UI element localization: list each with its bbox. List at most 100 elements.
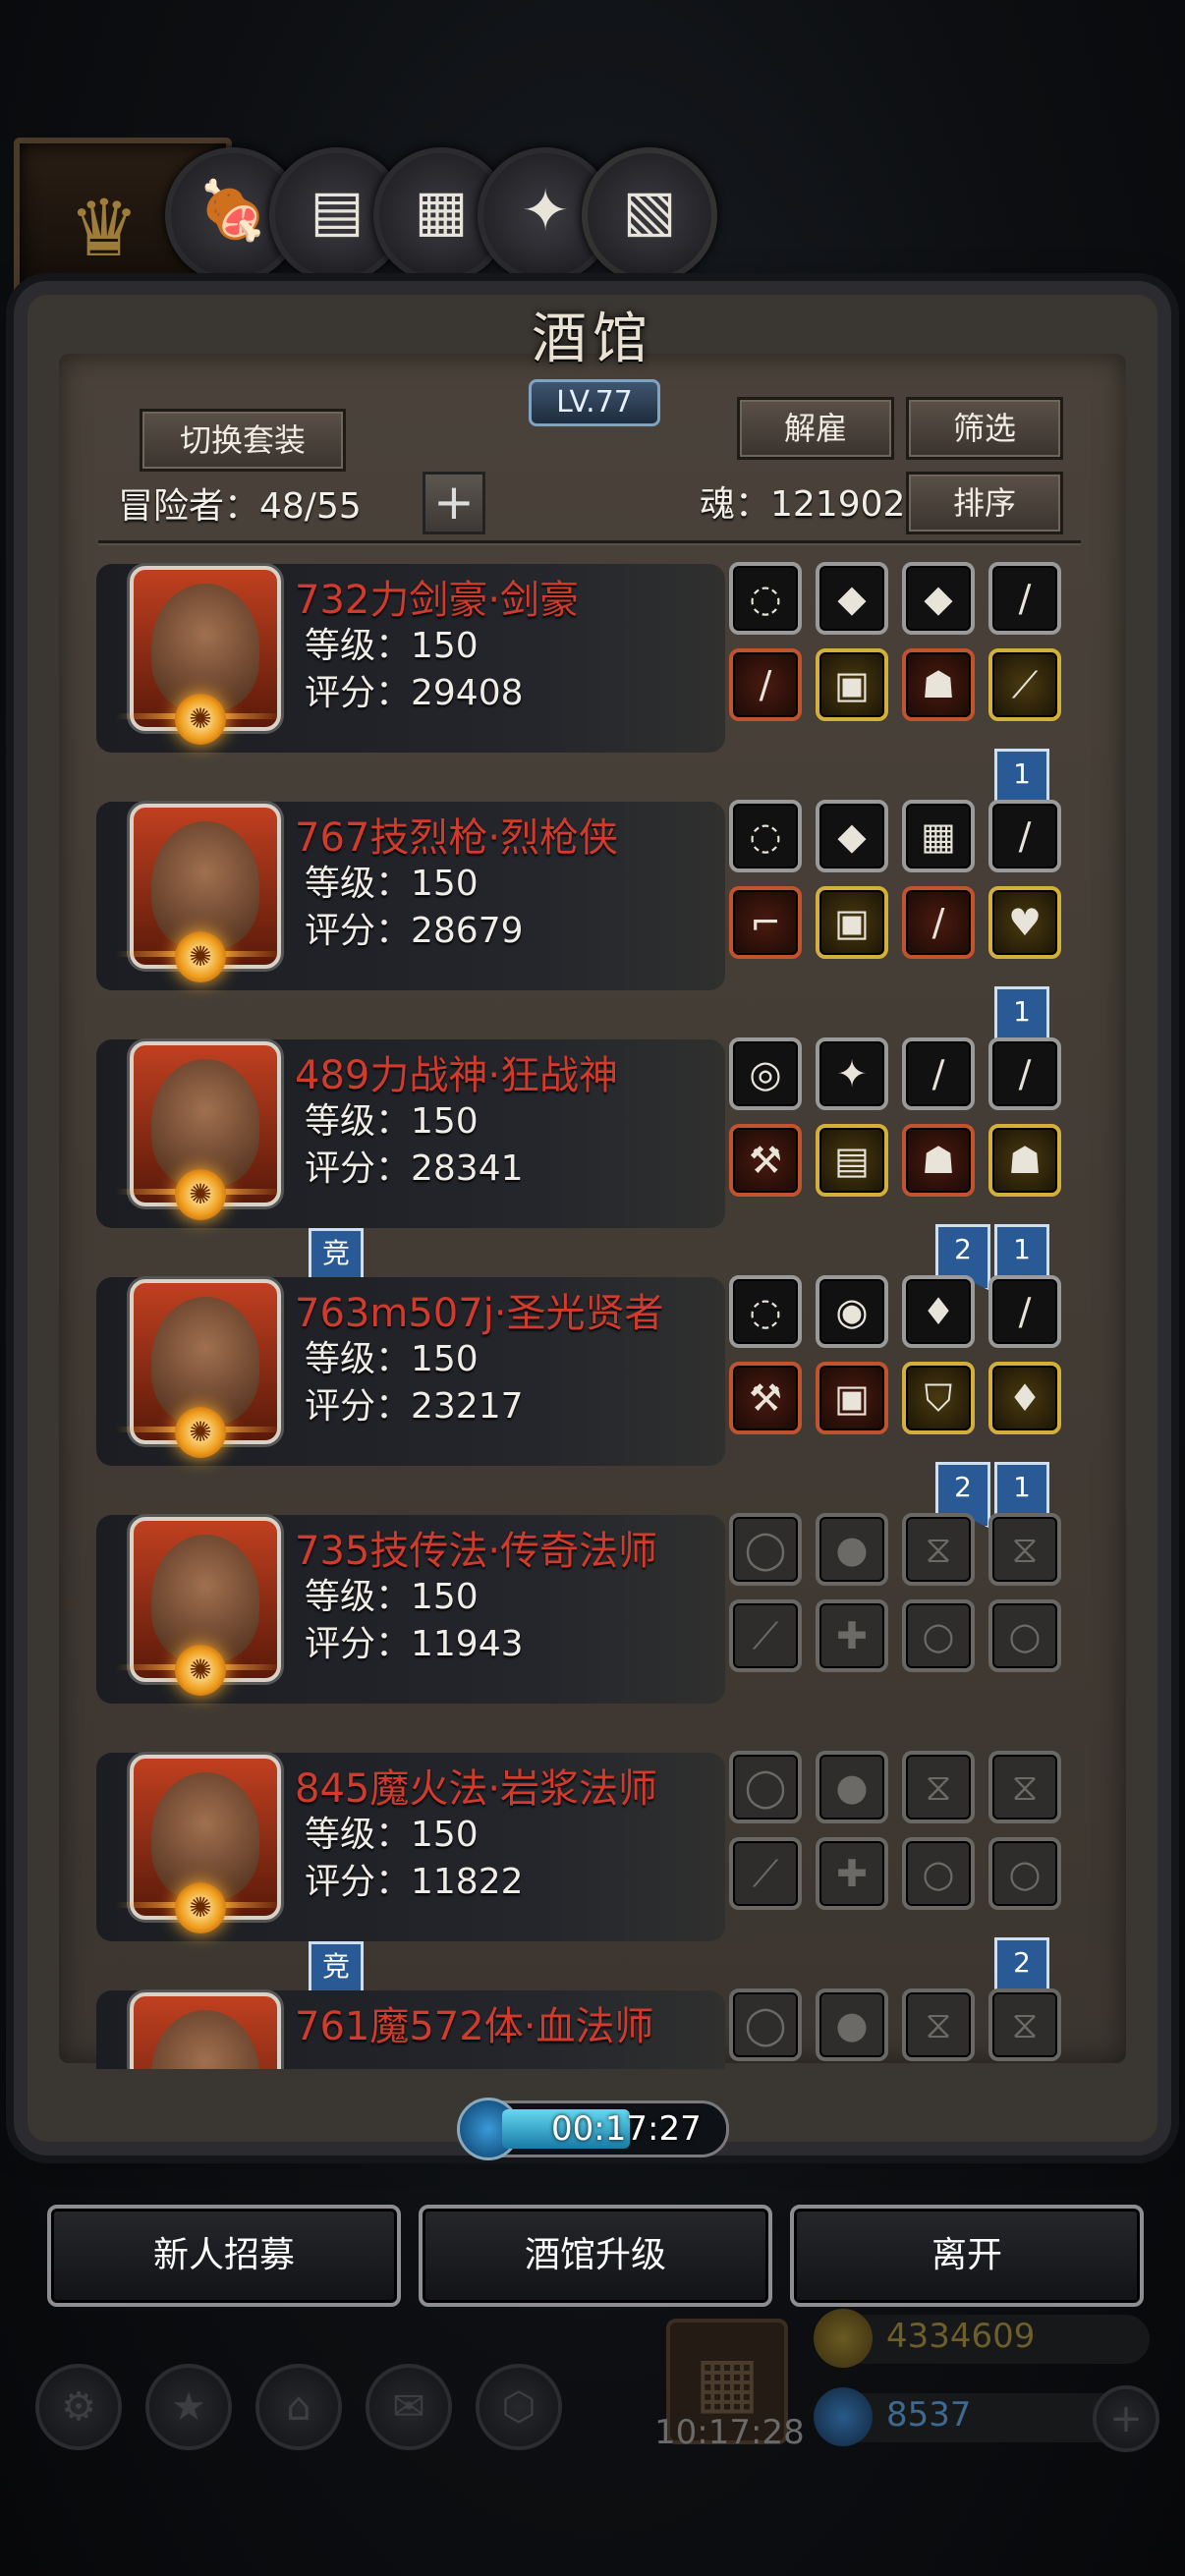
staff-icon[interactable]: ⟋	[988, 648, 1061, 721]
gem-icon	[814, 2387, 873, 2446]
cloak-icon[interactable]: ▤	[816, 1124, 888, 1197]
armor-slot-icon[interactable]: ✚	[816, 1599, 888, 1672]
gun-icon[interactable]: ⌐	[729, 886, 802, 959]
hourglass-slot-icon[interactable]: ⧖	[902, 1988, 975, 2061]
hero-level: 等级：150	[305, 626, 479, 666]
axe-icon[interactable]: ⚒	[729, 1124, 802, 1197]
hero-row[interactable]: ✺761魔572体·血法师◯●⧖⧖	[96, 1983, 1079, 2069]
armor-icon[interactable]: ▣	[816, 886, 888, 959]
adventurer-count: 冒险者：48/55	[118, 486, 362, 527]
fire-ring-icon[interactable]: ◎	[729, 1037, 802, 1110]
hero-score: 评分：28679	[305, 911, 524, 951]
hero-face	[151, 1772, 259, 1900]
gem-amount: 8537	[886, 2395, 972, 2435]
staff-slot-icon[interactable]: ⟋	[729, 1837, 802, 1910]
ring-slot-icon[interactable]: ○	[902, 1837, 975, 1910]
hero-row[interactable]: ✺ 489力战神·狂战神 等级：150 评分：28341 ◎ ✦ ∕ ∕ ⚒ ▤ ☗ ☗ 2 1 竞	[96, 1032, 1079, 1291]
flame-slot-icon[interactable]: ●	[816, 1988, 888, 2061]
hammer-icon[interactable]: ⚒	[729, 1362, 802, 1434]
ring-icon[interactable]: ◌	[729, 1275, 802, 1348]
hero-face	[151, 821, 259, 949]
rank-sun-icon: ✺	[175, 1882, 226, 1933]
settings-icon[interactable]: ⚙	[35, 2364, 122, 2450]
crystal-icon[interactable]: ✦	[816, 1037, 888, 1110]
gem-icon[interactable]: ◆	[902, 562, 975, 635]
refresh-timer: 00:17:27	[457, 2098, 729, 2160]
flame-slot-icon[interactable]: ●	[816, 1751, 888, 1823]
hourglass-slot-icon[interactable]: ⧖	[988, 1751, 1061, 1823]
panel-title: 酒馆	[532, 308, 653, 371]
dice-icon[interactable]: ⬡	[476, 2364, 562, 2450]
add-currency-icon[interactable]: +	[1093, 2385, 1159, 2452]
whip-icon[interactable]: ∕	[988, 800, 1061, 872]
hero-name: 761魔572体·血法师	[295, 2004, 654, 2049]
rank-sun-icon: ✺	[175, 931, 226, 982]
flame-slot-icon[interactable]: ●	[816, 1513, 888, 1586]
timer-text: 00:17:27	[551, 2109, 702, 2149]
armor-icon[interactable]: ▣	[816, 1362, 888, 1434]
orb-icon[interactable]: ◉	[816, 1275, 888, 1348]
ring-slot-icon[interactable]: ◯	[729, 1513, 802, 1586]
guild-icon[interactable]: ⌂	[255, 2364, 342, 2450]
helmet-icon[interactable]: ☗	[902, 1124, 975, 1197]
sort-button[interactable]: 排序	[906, 472, 1063, 534]
ring-icon[interactable]: ◌	[729, 800, 802, 872]
gem-icon[interactable]: ◆	[816, 562, 888, 635]
hero-face	[151, 584, 259, 711]
hero-row[interactable]: ✺ 767技烈枪·烈枪侠 等级：150 评分：28679 ◌ ◆ ▦ ∕ ⌐ ▣ / ♥ 1	[96, 794, 1079, 1053]
hero-row[interactable]: ✺ 763m507j·圣光贤者 等级：150 评分：23217 ◌ ◉ ♦ ∕ ⚒ ▣ ⛉ ♦ 2 1	[96, 1269, 1079, 1529]
hero-level: 等级：150	[305, 1101, 479, 1142]
hourglass-slot-icon[interactable]: ⧖	[988, 1988, 1061, 2061]
hero-face	[151, 2010, 259, 2069]
leave-button[interactable]: 离开	[790, 2205, 1144, 2307]
hero-level: 等级：150	[305, 864, 479, 904]
dismiss-button[interactable]: 解雇	[737, 397, 894, 460]
ring-slot-icon[interactable]: ○	[988, 1837, 1061, 1910]
amulet-icon[interactable]: ♦	[988, 1362, 1061, 1434]
rank-sun-icon: ✺	[175, 1645, 226, 1696]
lantern-icon[interactable]: ♦	[902, 1275, 975, 1348]
hourglass-slot-icon[interactable]: ⧖	[902, 1751, 975, 1823]
switch-outfit-button[interactable]: 切换套装	[140, 409, 346, 472]
ring-slot-icon[interactable]: ◯	[729, 1988, 802, 2061]
hourglass-slot-icon[interactable]: ⧖	[902, 1513, 975, 1586]
hero-score: 评分：28341	[305, 1148, 524, 1189]
recruit-button[interactable]: 新人招募	[47, 2205, 401, 2307]
ring-slot-icon[interactable]: ○	[902, 1599, 975, 1672]
amulet-icon[interactable]: ♥	[988, 886, 1061, 959]
gem-icon[interactable]: ◆	[816, 800, 888, 872]
feather-icon[interactable]: ∕	[988, 1037, 1061, 1110]
chain-icon[interactable]: ▦	[902, 800, 975, 872]
upgrade-tavern-button[interactable]: 酒馆升级	[419, 2205, 772, 2307]
whip-icon[interactable]: ∕	[988, 1275, 1061, 1348]
blade-icon[interactable]: /	[902, 886, 975, 959]
helmet-icon[interactable]: ☗	[902, 648, 975, 721]
hero-row[interactable]: ✺ 735技传法·传奇法师 等级：150 评分：11943 ◯ ● ⧖ ⧖ ⟋ ✚ ○ ○	[96, 1507, 1079, 1704]
shield-icon[interactable]: ⛉	[902, 1362, 975, 1434]
hero-score: 评分：29408	[305, 673, 524, 713]
filter-button[interactable]: 筛选	[906, 397, 1063, 460]
armor-slot-icon[interactable]: ✚	[816, 1837, 888, 1910]
star-icon[interactable]: ★	[145, 2364, 232, 2450]
ring-slot-icon[interactable]: ◯	[729, 1751, 802, 1823]
mail-icon[interactable]: ✉	[366, 2364, 452, 2450]
ring-icon[interactable]: ◌	[729, 562, 802, 635]
helmet-icon[interactable]: ☗	[988, 1124, 1061, 1197]
feather-icon[interactable]: ∕	[988, 562, 1061, 635]
hourglass-slot-icon[interactable]: ⧖	[988, 1513, 1061, 1586]
soul-count: 魂：121902	[700, 484, 906, 525]
armor-icon[interactable]: ▣	[816, 648, 888, 721]
hero-face	[151, 1297, 259, 1425]
hero-row[interactable]: ✺ 845魔火法·岩浆法师 等级：150 评分：11822 ◯ ● ⧖ ⧖ ⟋ ✚ ○ ○ 2 竞	[96, 1745, 1079, 2004]
feather-icon[interactable]: ∕	[902, 1037, 975, 1110]
add-slot-button[interactable]: +	[423, 472, 485, 534]
sword-icon[interactable]: /	[729, 648, 802, 721]
hero-row[interactable]: ✺ 732力剑豪·剑豪 等级：150 评分：29408 ◌ ◆ ◆ ∕ / ▣ ☗ ⟋ 1	[96, 556, 1079, 815]
hero-list[interactable]: ✺ 732力剑豪·剑豪 等级：150 评分：29408 ◌ ◆ ◆ ∕ / ▣ ☗ ⟋ 1 ✺ 767技烈枪…	[90, 556, 1079, 2069]
gold-coin-icon	[814, 2309, 873, 2368]
ring-slot-icon[interactable]: ○	[988, 1599, 1061, 1672]
hero-level: 等级：150	[305, 1339, 479, 1379]
hero-portrait[interactable]	[130, 1992, 281, 2069]
gift-timer: 10:17:28	[654, 2413, 805, 2452]
staff-slot-icon[interactable]: ⟋	[729, 1599, 802, 1672]
